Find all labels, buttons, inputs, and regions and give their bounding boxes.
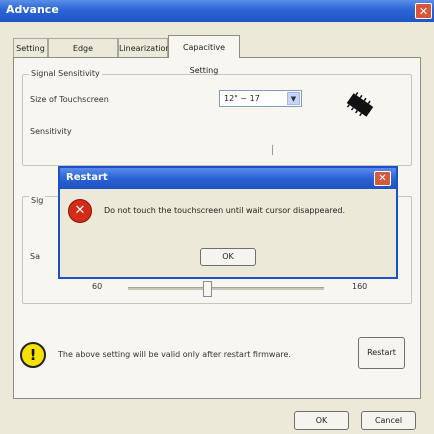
restart-button[interactable]: Restart <box>358 337 405 369</box>
window-title: Advance <box>6 3 59 16</box>
warning-icon: ! <box>20 342 46 368</box>
window-close-button[interactable]: ✕ <box>415 3 432 19</box>
advance-window: Advance ✕ Setting Edge Compensation Line… <box>0 0 434 434</box>
window-titlebar[interactable]: Advance ✕ <box>0 0 434 22</box>
error-icon: ✕ <box>68 199 92 223</box>
notice-text: The above setting will be valid only aft… <box>58 350 291 359</box>
group-title: Signal Sensitivity <box>29 69 102 78</box>
ok-button[interactable]: OK <box>294 411 349 430</box>
tab-setting[interactable]: Setting <box>13 38 48 57</box>
tab-linearization[interactable]: Linearization <box>118 38 171 57</box>
second-group-title: Sig <box>29 196 46 205</box>
slider-thumb[interactable] <box>203 281 212 297</box>
tab-capacitive-setting[interactable]: Capacitive Setting <box>168 35 240 75</box>
dialog-titlebar[interactable]: Restart ✕ <box>60 168 396 189</box>
signal-sensitivity-group <box>22 74 412 166</box>
dialog-message: Do not touch the touchscreen until wait … <box>104 206 346 215</box>
size-label: Size of Touchscreen <box>30 95 109 104</box>
size-select[interactable]: 12" ~ 17 ▼ <box>219 90 302 107</box>
restart-dialog: Restart ✕ ✕ Do not touch the touchscreen… <box>58 166 398 279</box>
size-select-value: 12" ~ 17 <box>224 94 260 103</box>
slider-max-label: 160 <box>352 282 368 291</box>
slider-track[interactable] <box>128 287 324 290</box>
tick-mark <box>272 145 273 155</box>
dialog-title: Restart <box>66 172 108 183</box>
chevron-down-icon[interactable]: ▼ <box>287 92 300 105</box>
chip-icon <box>346 92 374 117</box>
second-group-label: Sa <box>30 252 40 261</box>
dialog-close-button[interactable]: ✕ <box>374 171 391 186</box>
dialog-ok-button[interactable]: OK <box>200 248 256 266</box>
slider-min-label: 60 <box>92 282 103 291</box>
cancel-button[interactable]: Cancel <box>361 411 416 430</box>
tab-edge-compensation[interactable]: Edge Compensation <box>48 38 118 72</box>
sensitivity-label: Sensitivity <box>30 127 72 136</box>
